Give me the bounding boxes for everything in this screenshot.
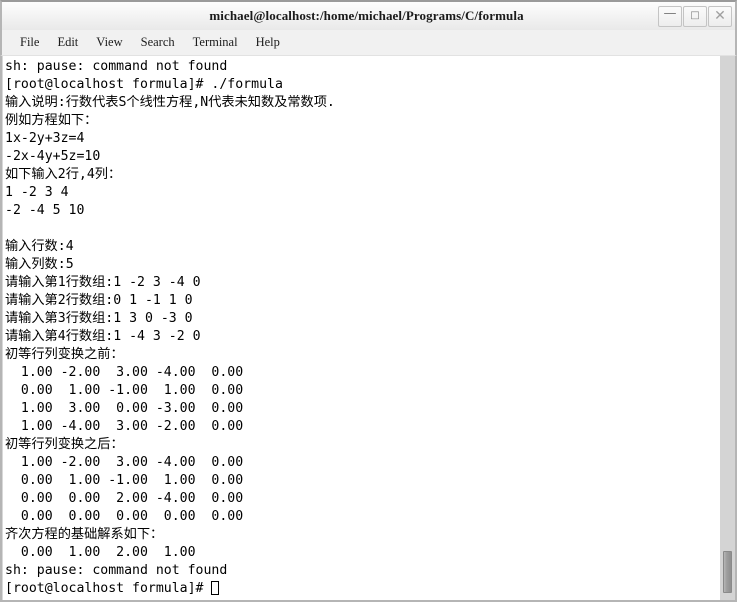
terminal-line: 请输入第4行数组:1 -4 3 -2 0 <box>5 329 201 344</box>
terminal-line: sh: pause: command not found <box>5 59 228 74</box>
menu-item-view[interactable]: View <box>87 33 131 52</box>
terminal-line: 齐次方程的基础解系如下： <box>5 527 164 542</box>
terminal-body: sh: pause: command not found [root@localh… <box>0 56 737 602</box>
terminal-output[interactable]: sh: pause: command not found [root@localh… <box>2 56 719 600</box>
menu-item-search[interactable]: Search <box>132 33 184 52</box>
terminal-line: -2 -4 5 10 <box>5 203 85 218</box>
terminal-line: 0.00 0.00 0.00 0.00 0.00 <box>5 509 244 524</box>
maximize-button[interactable]: □ <box>683 5 707 27</box>
terminal-line: 0.00 0.00 2.00 -4.00 0.00 <box>5 491 244 506</box>
terminal-line: 初等行列变换之前： <box>5 347 124 362</box>
terminal-line: [root@localhost formula]# ./formula <box>5 77 283 92</box>
window-controls: — □ ✕ <box>657 2 735 30</box>
terminal-line: 请输入第2行数组:0 1 -1 1 0 <box>5 293 193 308</box>
terminal-prompt-line: [root@localhost formula]# <box>5 580 719 598</box>
terminal-line: -2x-4y+5z=10 <box>5 149 101 164</box>
menu-item-terminal[interactable]: Terminal <box>184 33 247 52</box>
terminal-line: 1.00 -2.00 3.00 -4.00 0.00 <box>5 365 244 380</box>
menu-item-edit[interactable]: Edit <box>48 33 87 52</box>
terminal-window: michael@localhost:/home/michael/Programs… <box>0 0 737 602</box>
minimize-button[interactable]: — <box>658 5 682 27</box>
terminal-line: 初等行列变换之后： <box>5 437 124 452</box>
close-button[interactable]: ✕ <box>708 5 732 27</box>
menu-item-help[interactable]: Help <box>247 33 289 52</box>
terminal-line: 输入说明:行数代表S个线性方程,N代表未知数及常数项. <box>5 95 335 110</box>
shell-prompt: [root@localhost formula]# <box>5 581 212 596</box>
terminal-line: 0.00 1.00 2.00 1.00 <box>5 545 196 560</box>
terminal-line: 例如方程如下： <box>5 113 98 128</box>
text-cursor <box>211 581 220 595</box>
terminal-line: 请输入第1行数组:1 -2 3 -4 0 <box>5 275 201 290</box>
terminal-line: 1.00 -4.00 3.00 -2.00 0.00 <box>5 419 244 434</box>
terminal-line: 1x-2y+3z=4 <box>5 131 85 146</box>
menu-item-file[interactable]: File <box>11 33 48 52</box>
terminal-line: sh: pause: command not found <box>5 563 228 578</box>
terminal-line: 输入行数:4 <box>5 239 74 254</box>
terminal-line: 0.00 1.00 -1.00 1.00 0.00 <box>5 473 244 488</box>
scrollbar-thumb[interactable] <box>723 551 732 593</box>
terminal-line: 1.00 -2.00 3.00 -4.00 0.00 <box>5 455 244 470</box>
terminal-line: 请输入第3行数组:1 3 0 -3 0 <box>5 311 193 326</box>
terminal-line: 输入列数:5 <box>5 257 74 272</box>
terminal-line: 1 -2 3 4 <box>5 185 69 200</box>
terminal-line: 如下输入2行,4列： <box>5 167 122 182</box>
scrollbar-trough[interactable] <box>720 56 735 600</box>
menu-bar: File Edit View Search Terminal Help <box>0 30 737 56</box>
window-title: michael@localhost:/home/michael/Programs… <box>209 8 524 23</box>
terminal-line: 1.00 3.00 0.00 -3.00 0.00 <box>5 401 244 416</box>
vertical-scrollbar[interactable] <box>719 56 735 600</box>
title-bar[interactable]: michael@localhost:/home/michael/Programs… <box>0 0 737 30</box>
terminal-line: 0.00 1.00 -1.00 1.00 0.00 <box>5 383 244 398</box>
